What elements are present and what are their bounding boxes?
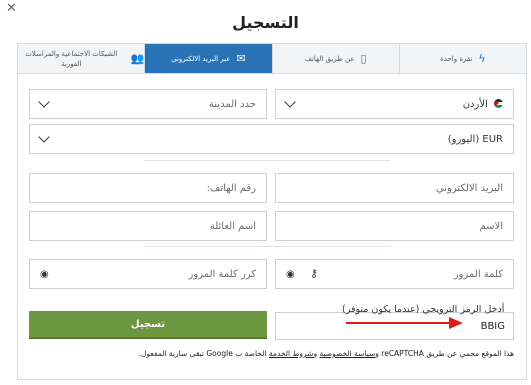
tab-phone[interactable]: ▯ عن طريق الهاتف [271, 44, 399, 73]
jordan-flag-icon [494, 98, 503, 108]
page-title: التسجيل [232, 13, 299, 32]
phone-icon: ▯ [360, 51, 367, 65]
eye-slash-icon[interactable]: ◉ [286, 269, 295, 280]
promo-code-field[interactable]: BBIG [275, 312, 514, 340]
last-name-field[interactable]: اسم العائلة [29, 211, 267, 241]
currency-value: EUR (اليورو) [447, 133, 503, 145]
divider [144, 160, 390, 161]
divider [144, 246, 390, 247]
currency-select[interactable]: EUR (اليورو) [29, 124, 514, 154]
email-field[interactable]: البريد الالكتروني [275, 173, 514, 203]
tab-label: عبر البريد الالكتروني [171, 54, 231, 63]
register-button[interactable]: تسجيل [29, 311, 267, 339]
tab-label: نقرة واحدة [440, 54, 473, 63]
first-name-field[interactable]: الاسم [275, 211, 514, 241]
envelope-icon: ✉ [236, 51, 246, 65]
country-value: الأردن [462, 98, 488, 110]
chevron-down-icon [38, 131, 50, 143]
privacy-policy-link[interactable]: سياسة الخصوصية [320, 349, 376, 358]
tab-email[interactable]: ✉ عبر البريد الالكتروني [144, 44, 272, 73]
chevron-down-icon [284, 96, 296, 108]
confirm-password-field[interactable]: كرر كلمة المرور ◉ [29, 259, 267, 289]
country-select[interactable]: الأردن [275, 89, 514, 119]
registration-tabs: ϟ نقرة واحدة ▯ عن طريق الهاتف ✉ عبر البر… [17, 43, 527, 74]
promo-code-label: أدخل الرمز الترويجي (عندما يكون متوفر) [342, 304, 505, 315]
key-icon[interactable]: ⚷ [310, 267, 318, 280]
city-select[interactable]: حدد المدينة [29, 89, 267, 119]
lightning-icon: ϟ [478, 51, 486, 65]
tab-label: الشبكات الاجتماعية والمراسلات الفورية [25, 49, 118, 68]
users-icon: 👥 [130, 51, 145, 65]
password-field[interactable]: كلمة المرور ⚷ ◉ [275, 259, 514, 289]
terms-of-service-link[interactable]: شروط الخدمة [269, 349, 314, 358]
chevron-down-icon [38, 96, 50, 108]
tab-label: عن طريق الهاتف [304, 54, 355, 63]
phone-field[interactable]: رقم الهاتف: [29, 173, 267, 203]
promo-code-value: BBIG [480, 321, 505, 332]
red-arrow-annotation [346, 322, 450, 324]
city-placeholder: حدد المدينة [208, 98, 256, 110]
red-arrow-head [449, 317, 463, 329]
eye-slash-icon[interactable]: ◉ [40, 269, 49, 280]
recaptcha-notice: هذا الموقع محمي عن طريق reCAPTCHA وسياسة… [138, 349, 514, 358]
tab-one-click[interactable]: ϟ نقرة واحدة [398, 44, 526, 73]
tab-social[interactable]: 👥 الشبكات الاجتماعية والمراسلات الفورية [18, 44, 144, 73]
